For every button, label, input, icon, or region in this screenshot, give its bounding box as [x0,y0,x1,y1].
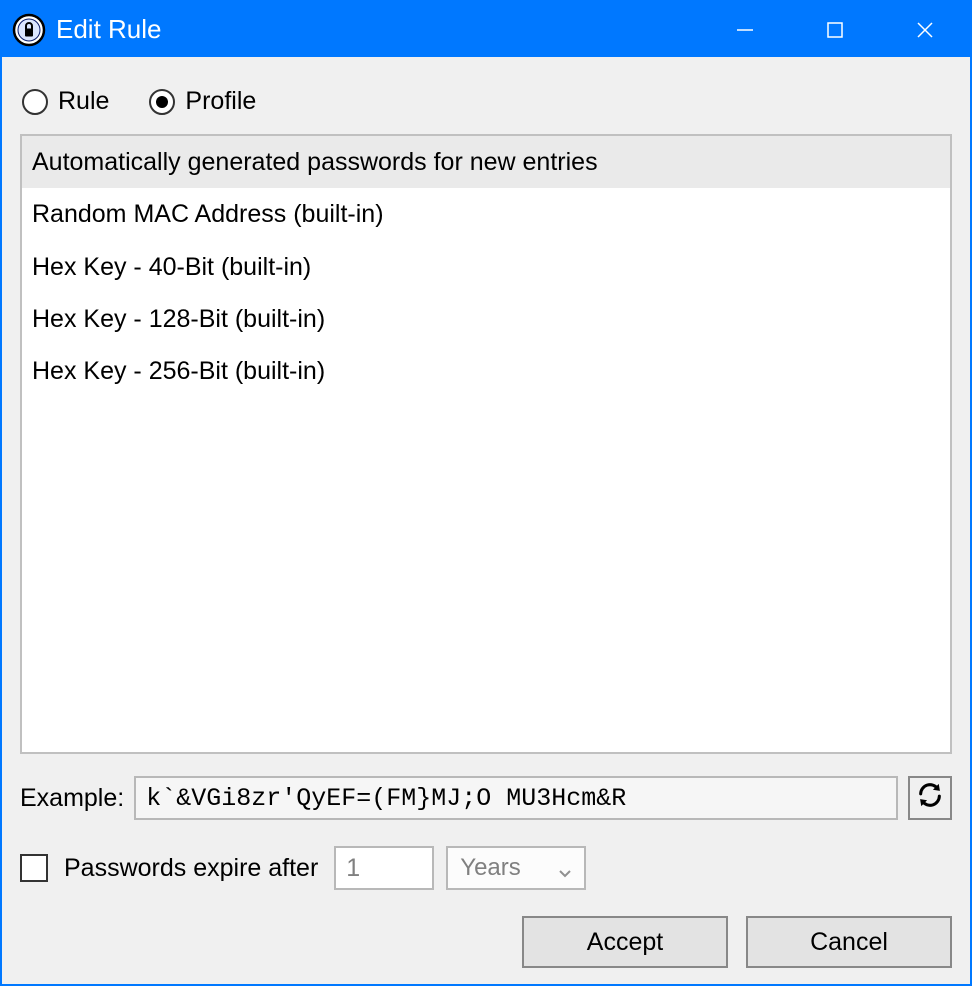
window-title: Edit Rule [56,14,162,45]
titlebar: Edit Rule [2,2,970,57]
mode-radio-row: Rule Profile [22,87,952,116]
list-item[interactable]: Hex Key - 128-Bit (built-in) [22,293,950,345]
cancel-button[interactable]: Cancel [746,916,952,968]
list-item[interactable]: Random MAC Address (built-in) [22,188,950,240]
example-output[interactable] [134,776,898,820]
list-item-label: Hex Key - 256-Bit (built-in) [32,357,325,385]
close-button[interactable] [880,2,970,57]
list-item-label: Hex Key - 128-Bit (built-in) [32,305,325,333]
radio-rule[interactable]: Rule [22,87,109,116]
list-item-label: Random MAC Address (built-in) [32,200,384,228]
edit-rule-dialog: Edit Rule Rule Profile Automatically ge [0,0,972,986]
expire-label: Passwords expire after [64,854,318,883]
radio-label: Profile [185,87,256,116]
minimize-button[interactable] [700,2,790,57]
radio-icon [22,89,48,115]
radio-profile[interactable]: Profile [149,87,256,116]
refresh-icon [916,781,944,816]
app-lock-icon [12,13,46,47]
example-row: Example: [20,776,952,820]
profile-listbox[interactable]: Automatically generated passwords for ne… [20,134,952,754]
list-item-label: Automatically generated passwords for ne… [32,148,598,176]
expire-count-input[interactable] [334,846,434,890]
expire-row: Passwords expire after Years [20,846,952,890]
select-value: Years [460,854,521,882]
button-label: Cancel [810,928,888,957]
list-item-label: Hex Key - 40-Bit (built-in) [32,253,311,281]
button-label: Accept [587,928,663,957]
chevron-down-icon [558,860,574,876]
radio-icon [149,89,175,115]
accept-button[interactable]: Accept [522,916,728,968]
dialog-button-row: Accept Cancel [20,916,952,968]
expire-unit-select[interactable]: Years [446,846,586,890]
list-item[interactable]: Hex Key - 256-Bit (built-in) [22,345,950,397]
dialog-content: Rule Profile Automatically generated pas… [2,57,970,984]
example-label: Example: [20,784,124,813]
maximize-button[interactable] [790,2,880,57]
expire-checkbox[interactable] [20,854,48,882]
radio-label: Rule [58,87,109,116]
list-item[interactable]: Automatically generated passwords for ne… [22,136,950,188]
refresh-button[interactable] [908,776,952,820]
list-item[interactable]: Hex Key - 40-Bit (built-in) [22,241,950,293]
